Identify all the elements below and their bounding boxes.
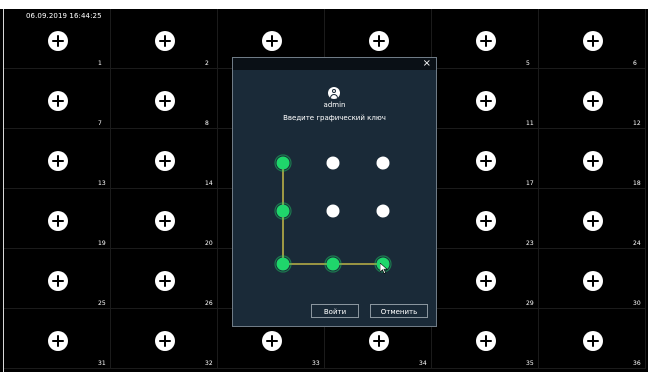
add-camera-icon[interactable] bbox=[155, 331, 175, 351]
add-camera-icon[interactable] bbox=[48, 211, 68, 231]
pattern-login-dialog: × admin Введите графический ключ Войти О… bbox=[232, 57, 437, 327]
datetime-label: 06.09.2019 16:44:25 bbox=[26, 12, 102, 20]
camera-cell[interactable]: 30 bbox=[539, 249, 646, 309]
top-bar bbox=[0, 0, 648, 9]
add-camera-icon[interactable] bbox=[155, 31, 175, 51]
channel-number: 26 bbox=[205, 300, 213, 307]
pattern-dot-7[interactable] bbox=[276, 257, 290, 271]
camera-cell[interactable]: 17 bbox=[432, 129, 539, 189]
add-camera-icon[interactable] bbox=[476, 211, 496, 231]
add-camera-icon[interactable] bbox=[155, 211, 175, 231]
add-camera-icon[interactable] bbox=[262, 331, 282, 351]
channel-number: 34 bbox=[419, 360, 427, 367]
camera-cell[interactable]: 13 bbox=[4, 129, 111, 189]
camera-cell[interactable]: 35 bbox=[432, 309, 539, 369]
channel-number: 7 bbox=[98, 120, 102, 127]
add-camera-icon[interactable] bbox=[583, 331, 603, 351]
channel-number: 33 bbox=[312, 360, 320, 367]
add-camera-icon[interactable] bbox=[476, 31, 496, 51]
channel-number: 20 bbox=[205, 240, 213, 247]
channel-number: 19 bbox=[98, 240, 106, 247]
channel-number: 1 bbox=[98, 60, 102, 67]
camera-cell[interactable]: 36 bbox=[539, 309, 646, 369]
channel-number: 5 bbox=[526, 60, 530, 67]
pattern-dot-1[interactable] bbox=[276, 156, 290, 170]
pattern-dot-4[interactable] bbox=[276, 204, 290, 218]
camera-cell[interactable]: 26 bbox=[111, 249, 218, 309]
camera-cell[interactable]: 2 bbox=[111, 9, 218, 69]
channel-number: 12 bbox=[633, 120, 641, 127]
camera-cell[interactable]: 32 bbox=[111, 309, 218, 369]
pattern-dot-8[interactable] bbox=[326, 257, 340, 271]
camera-cell[interactable]: 20 bbox=[111, 189, 218, 249]
channel-number: 30 bbox=[633, 300, 641, 307]
add-camera-icon[interactable] bbox=[583, 91, 603, 111]
cancel-button[interactable]: Отменить bbox=[370, 304, 428, 318]
channel-number: 18 bbox=[633, 180, 641, 187]
add-camera-icon[interactable] bbox=[476, 91, 496, 111]
pattern-dot-6[interactable] bbox=[376, 204, 390, 218]
camera-cell[interactable]: 31 bbox=[4, 309, 111, 369]
add-camera-icon[interactable] bbox=[583, 151, 603, 171]
camera-cell[interactable]: 23 bbox=[432, 189, 539, 249]
camera-cell[interactable]: 18 bbox=[539, 129, 646, 189]
channel-number: 24 bbox=[633, 240, 641, 247]
camera-cell[interactable]: 8 bbox=[111, 69, 218, 129]
add-camera-icon[interactable] bbox=[155, 91, 175, 111]
add-camera-icon[interactable] bbox=[369, 331, 389, 351]
channel-number: 8 bbox=[205, 120, 209, 127]
channel-number: 32 bbox=[205, 360, 213, 367]
pattern-dot-2[interactable] bbox=[326, 156, 340, 170]
add-camera-icon[interactable] bbox=[476, 271, 496, 291]
add-camera-icon[interactable] bbox=[583, 271, 603, 291]
add-camera-icon[interactable] bbox=[155, 151, 175, 171]
add-camera-icon[interactable] bbox=[48, 151, 68, 171]
channel-number: 23 bbox=[526, 240, 534, 247]
channel-number: 13 bbox=[98, 180, 106, 187]
channel-number: 11 bbox=[526, 120, 534, 127]
channel-number: 2 bbox=[205, 60, 209, 67]
add-camera-icon[interactable] bbox=[48, 271, 68, 291]
channel-number: 14 bbox=[205, 180, 213, 187]
login-button[interactable]: Войти bbox=[311, 304, 359, 318]
add-camera-icon[interactable] bbox=[369, 31, 389, 51]
camera-cell[interactable]: 5 bbox=[432, 9, 539, 69]
camera-cell[interactable]: 29 bbox=[432, 249, 539, 309]
add-camera-icon[interactable] bbox=[583, 211, 603, 231]
camera-cell[interactable]: 25 bbox=[4, 249, 111, 309]
channel-number: 25 bbox=[98, 300, 106, 307]
camera-cell[interactable]: 7 bbox=[4, 69, 111, 129]
channel-number: 31 bbox=[98, 360, 106, 367]
add-camera-icon[interactable] bbox=[476, 331, 496, 351]
add-camera-icon[interactable] bbox=[262, 31, 282, 51]
channel-number: 35 bbox=[526, 360, 534, 367]
pattern-dot-3[interactable] bbox=[376, 156, 390, 170]
camera-cell[interactable]: 6 bbox=[539, 9, 646, 69]
channel-number: 17 bbox=[526, 180, 534, 187]
channel-number: 6 bbox=[633, 60, 637, 67]
mouse-pointer-icon bbox=[380, 263, 388, 274]
add-camera-icon[interactable] bbox=[48, 31, 68, 51]
channel-number: 29 bbox=[526, 300, 534, 307]
camera-cell[interactable]: 11 bbox=[432, 69, 539, 129]
add-camera-icon[interactable] bbox=[155, 271, 175, 291]
camera-cell[interactable]: 12 bbox=[539, 69, 646, 129]
camera-cell[interactable]: 14 bbox=[111, 129, 218, 189]
add-camera-icon[interactable] bbox=[48, 331, 68, 351]
pattern-dot-5[interactable] bbox=[326, 204, 340, 218]
add-camera-icon[interactable] bbox=[48, 91, 68, 111]
add-camera-icon[interactable] bbox=[583, 31, 603, 51]
pattern-lock-grid[interactable] bbox=[233, 58, 436, 298]
channel-number: 36 bbox=[633, 360, 641, 367]
add-camera-icon[interactable] bbox=[476, 151, 496, 171]
camera-cell[interactable]: 19 bbox=[4, 189, 111, 249]
camera-cell[interactable]: 24 bbox=[539, 189, 646, 249]
